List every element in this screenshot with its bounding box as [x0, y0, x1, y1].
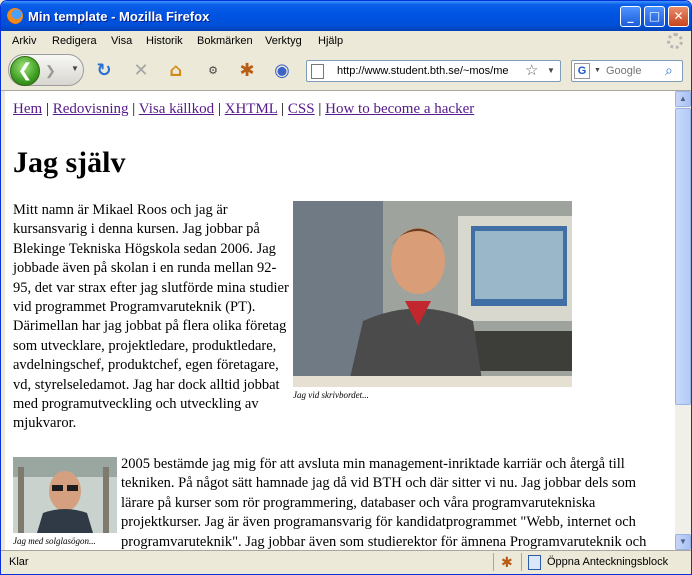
firebug-status-icon[interactable]: ✱	[501, 554, 513, 571]
nav-link-visa-kallkod[interactable]: Visa källkod	[139, 101, 214, 117]
caption-desk: Jag vid skrivbordet...	[293, 390, 369, 400]
caption-sunglasses: Jag med solglasögon...	[13, 535, 96, 546]
sunglasses-photo	[13, 456, 117, 533]
page-heading: Jag själv	[13, 146, 126, 179]
desk-photo	[293, 201, 572, 387]
nav-link-hem[interactable]: Hem	[13, 101, 42, 117]
paragraph-1: Jag vid skrivbordet... Mitt namn är Mika…	[13, 201, 667, 434]
search-input[interactable]	[606, 64, 662, 78]
navigation-toolbar: ❮ ❯ ▼ ↻ ✕ ⌂ ⚙ ✱ ◉ ☆ ▼ G ▼ ⌕	[1, 51, 691, 91]
scroll-down-button[interactable]: ▼	[675, 534, 691, 550]
maximize-button[interactable]: □	[644, 6, 665, 27]
paragraph-2: Jag med solglasögon... 2005 bestämde jag…	[13, 434, 667, 550]
engine-dropdown-icon[interactable]: ▼	[594, 67, 601, 74]
paragraph-1-text: Mitt namn är Mikael Roos och jag är kurs…	[13, 202, 289, 432]
google-engine-icon[interactable]: G	[574, 63, 590, 79]
close-button[interactable]: ✕	[668, 6, 689, 27]
menu-arkiv[interactable]: Arkiv	[12, 35, 36, 47]
site-nav: Hem | Redovisning | Visa källkod | XHTML…	[13, 101, 475, 117]
search-bar[interactable]: G ▼ ⌕	[571, 60, 683, 82]
scroll-thumb[interactable]	[675, 108, 691, 405]
page-content: Hem | Redovisning | Visa källkod | XHTML…	[5, 91, 675, 550]
figure-desk: Jag vid skrivbordet...	[293, 201, 579, 403]
menu-bokmarken[interactable]: Bokmärken	[197, 35, 253, 47]
menu-historik[interactable]: Historik	[146, 35, 183, 47]
url-input[interactable]	[337, 63, 523, 79]
history-dropdown-icon[interactable]: ▼	[71, 64, 79, 73]
reload-icon[interactable]: ↻	[93, 60, 115, 82]
url-dropdown-icon[interactable]: ▼	[547, 66, 555, 75]
status-divider	[493, 553, 494, 571]
status-divider	[521, 553, 522, 571]
bookmark-star-icon[interactable]: ☆	[525, 61, 538, 79]
addon-icon[interactable]: ⚙	[202, 60, 224, 82]
menu-hjalp[interactable]: Hjälp	[318, 35, 343, 47]
nav-link-hacker[interactable]: How to become a hacker	[325, 101, 474, 117]
status-text: Klar	[9, 556, 29, 568]
nav-link-css[interactable]: CSS	[288, 101, 315, 117]
menu-verktyg[interactable]: Verktyg	[265, 35, 302, 47]
status-bar: Klar ✱ Öppna Anteckningsblock	[1, 550, 691, 574]
scroll-up-button[interactable]: ▲	[675, 91, 691, 107]
page-icon	[311, 64, 324, 79]
figure-sunglasses: Jag med solglasögon...	[13, 456, 117, 549]
menu-visa[interactable]: Visa	[111, 35, 132, 47]
throbber-icon	[667, 33, 683, 49]
menu-redigera[interactable]: Redigera	[52, 35, 97, 47]
url-bar[interactable]: ☆ ▼	[306, 60, 561, 82]
vertical-scrollbar[interactable]: ▲ ▼	[675, 91, 691, 550]
home-icon[interactable]: ⌂	[165, 60, 187, 82]
nav-link-xhtml[interactable]: XHTML	[225, 101, 278, 117]
nav-link-redovisning[interactable]: Redovisning	[53, 101, 129, 117]
firefox-logo-icon	[7, 8, 23, 24]
menu-bar: Arkiv Redigera Visa Historik Bokmärken V…	[1, 31, 691, 51]
search-icon[interactable]: ⌕	[665, 62, 673, 79]
minimize-button[interactable]: _	[620, 6, 641, 27]
stop-icon[interactable]: ✕	[130, 60, 152, 82]
firebug-icon[interactable]: ✱	[236, 60, 258, 82]
window-title: Min template - Mozilla Firefox	[28, 9, 210, 24]
back-button[interactable]: ❮	[10, 56, 40, 86]
greasemonkey-icon[interactable]: ◉	[271, 60, 293, 82]
title-bar[interactable]: Min template - Mozilla Firefox _ □ ✕	[1, 1, 691, 31]
notepad-link[interactable]: Öppna Anteckningsblock	[547, 556, 668, 568]
forward-button[interactable]: ❯	[45, 63, 56, 79]
browser-window: Min template - Mozilla Firefox _ □ ✕ Ark…	[0, 0, 692, 575]
notepad-icon[interactable]	[528, 555, 541, 570]
